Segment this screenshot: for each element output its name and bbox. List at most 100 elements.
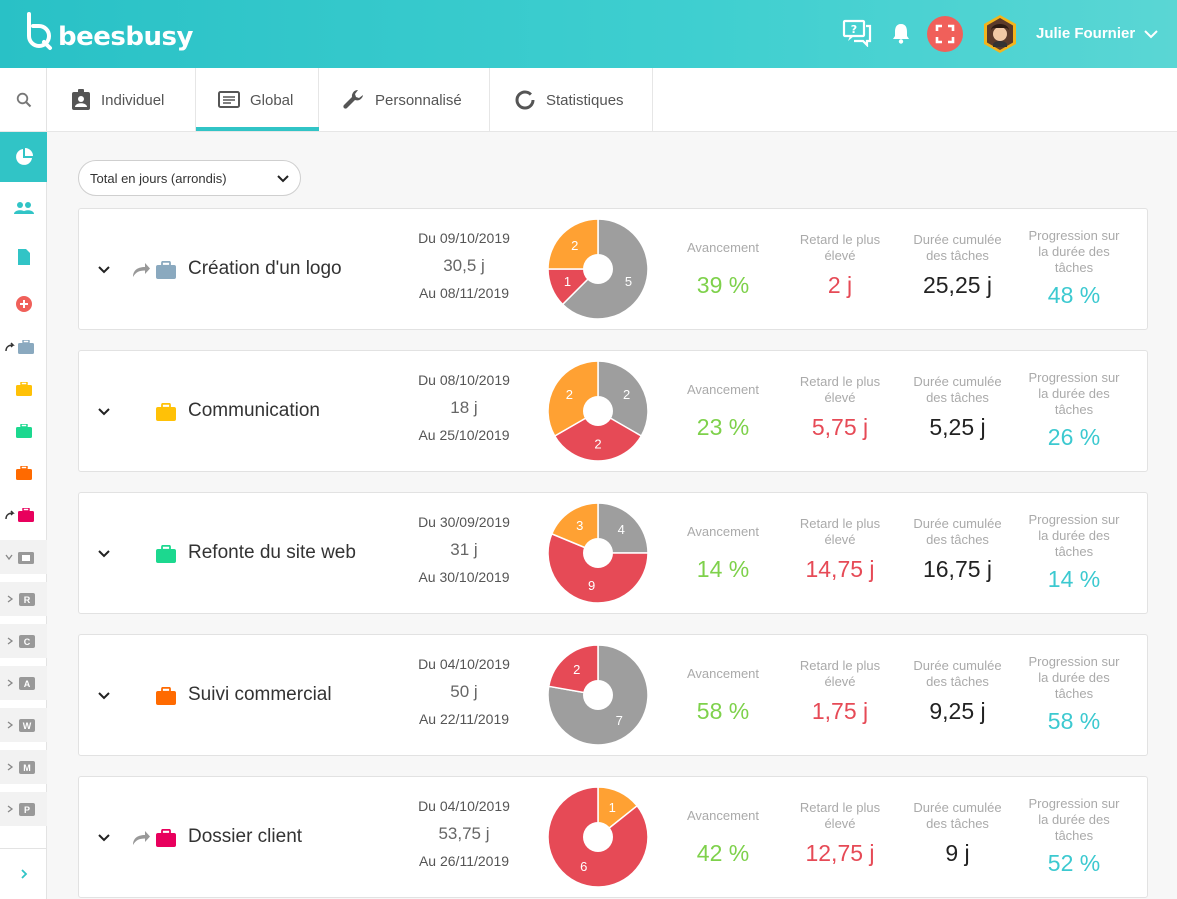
metric-avancement: Avancement 58 % xyxy=(673,635,773,755)
metric-label: Progression sur xyxy=(1028,228,1120,243)
project-card[interactable]: Refonte du site web Du 30/09/2019 31 j Au 3… xyxy=(78,492,1148,614)
metric-progression: Progression sur la durée des tâches 14 % xyxy=(1019,493,1129,613)
briefcase-icon xyxy=(18,340,34,354)
rail-search-button[interactable] xyxy=(0,68,47,132)
rail-subitem[interactable]: P xyxy=(0,792,47,826)
briefcase-icon xyxy=(156,687,176,705)
end-date: Au 08/11/2019 xyxy=(418,285,510,301)
rail-item-add[interactable] xyxy=(0,287,47,321)
share-arrow-icon xyxy=(5,342,15,352)
rail-item-project-1[interactable] xyxy=(0,330,47,364)
metric-label: tâches xyxy=(1054,686,1094,701)
fullscreen-icon xyxy=(935,24,955,44)
chevron-down-icon xyxy=(277,175,289,183)
metric-label: Durée cumulée xyxy=(913,232,1002,247)
chevron-down-icon[interactable] xyxy=(97,831,111,845)
tasks-donut-chart: 5 1 2 xyxy=(547,219,649,320)
metric-label: Progression sur xyxy=(1028,370,1120,385)
rail-item-project-3[interactable] xyxy=(0,414,47,448)
pie-chart-icon xyxy=(15,148,33,165)
chevron-down-icon[interactable] xyxy=(97,263,111,277)
rail-item-documents[interactable] xyxy=(0,240,47,274)
document-icon xyxy=(17,249,30,265)
end-date: Au 22/11/2019 xyxy=(418,711,510,727)
rail-item-project-4[interactable] xyxy=(0,456,47,490)
metric-value: 14,75 j xyxy=(805,556,875,582)
pie-slice-label: 1 xyxy=(564,274,571,289)
user-name[interactable]: Julie Fournier xyxy=(1036,25,1135,42)
rail-subitem[interactable]: M xyxy=(0,750,47,784)
briefcase-icon xyxy=(15,424,32,438)
project-dates: Du 30/09/2019 31 j Au 30/10/2019 xyxy=(379,513,549,586)
project-card[interactable]: Communication Du 08/10/2019 18 j Au 25/10/2… xyxy=(78,350,1148,472)
rail-item-project-5[interactable] xyxy=(0,498,47,532)
active-tab-indicator xyxy=(196,127,319,131)
project-dates: Du 08/10/2019 18 j Au 25/10/2019 xyxy=(379,371,549,444)
chevron-down-icon[interactable] xyxy=(97,405,111,419)
metric-label: tâches xyxy=(1054,544,1094,559)
metric-label: Progression sur xyxy=(1028,512,1120,527)
pie-slice-label: 2 xyxy=(594,437,601,452)
project-dates: Du 04/10/2019 50 j Au 22/11/2019 xyxy=(379,655,549,728)
metric-duree: Durée cumulée des tâches 25,25 j xyxy=(906,209,1009,329)
tab-label: Global xyxy=(250,91,294,109)
unit-select[interactable]: Total en jours (arrondis) xyxy=(78,160,301,196)
metric-value: 2 j xyxy=(827,272,853,298)
tasks-donut-chart: 2 2 2 xyxy=(547,361,649,462)
metric-label: Retard le plus xyxy=(799,516,881,531)
rail-item-dashboard[interactable] xyxy=(0,132,47,182)
metric-label: Retard le plus xyxy=(799,658,881,673)
project-name[interactable]: Dossier client xyxy=(188,826,302,848)
tab-global[interactable]: Global xyxy=(196,68,319,132)
metric-avancement: Avancement 14 % xyxy=(673,493,773,613)
chevron-right-icon xyxy=(7,679,14,687)
tab-statistiques[interactable]: Statistiques xyxy=(490,68,653,132)
project-card[interactable]: Création d'un logo Du 09/10/2019 30,5 j Au … xyxy=(78,208,1148,330)
project-duration: 50 j xyxy=(450,682,478,701)
rail-subitem[interactable]: R xyxy=(0,582,47,616)
project-name[interactable]: Création d'un logo xyxy=(188,258,342,280)
tab-personnalise[interactable]: Personnalisé xyxy=(319,68,490,132)
project-card[interactable]: Dossier client Du 04/10/2019 53,75 j Au 26/… xyxy=(78,776,1148,898)
rail-subitem[interactable]: W xyxy=(0,708,47,742)
project-dates: Du 09/10/2019 30,5 j Au 08/11/2019 xyxy=(379,229,549,302)
metric-label: tâches xyxy=(1054,828,1094,843)
chevron-down-icon[interactable] xyxy=(97,689,111,703)
briefcase-icon xyxy=(156,829,176,847)
project-name[interactable]: Refonte du site web xyxy=(188,542,356,564)
pie-slice-label: 3 xyxy=(576,518,583,533)
rail-item-project-2[interactable] xyxy=(0,372,47,406)
metric-value: 52 % xyxy=(1047,850,1101,876)
metric-value: 9 j xyxy=(945,840,970,866)
project-name[interactable]: Suivi commercial xyxy=(188,684,332,706)
fullscreen-button[interactable] xyxy=(927,16,963,52)
rail-subitem-badge: R xyxy=(19,593,35,606)
metric-retard: Retard le plus élevé 14,75 j xyxy=(789,493,891,613)
chevron-down-icon[interactable] xyxy=(1143,26,1159,42)
project-name[interactable]: Communication xyxy=(188,400,320,422)
project-card[interactable]: Suivi commercial Du 04/10/2019 50 j Au 22/1… xyxy=(78,634,1148,756)
logo[interactable]: beesbusy xyxy=(24,12,193,56)
rail-expand-button[interactable] xyxy=(0,848,47,899)
metric-value: 48 % xyxy=(1047,282,1101,308)
metric-label: Durée cumulée xyxy=(913,516,1002,531)
rail-item-users[interactable] xyxy=(0,191,47,225)
bell-icon[interactable] xyxy=(886,18,916,48)
end-date: Au 30/10/2019 xyxy=(418,569,510,585)
pie-slice-label: 2 xyxy=(623,387,630,402)
top-bar: beesbusy ? Julie Fournier xyxy=(0,0,1177,68)
chevron-down-icon[interactable] xyxy=(97,547,111,561)
metric-duree: Durée cumulée des tâches 9,25 j xyxy=(906,635,1009,755)
metric-label: Avancement xyxy=(686,666,760,681)
tasks-donut-chart: 4 9 3 xyxy=(547,503,649,604)
briefcase-icon xyxy=(156,261,176,279)
rail-subitem[interactable]: C xyxy=(0,624,47,658)
chat-question-icon[interactable]: ? xyxy=(842,18,872,48)
end-date: Au 26/11/2019 xyxy=(418,853,510,869)
tab-individuel[interactable]: Individuel xyxy=(47,68,196,132)
rail-subitem[interactable]: A xyxy=(0,666,47,700)
metric-label: élevé xyxy=(824,390,856,405)
avatar[interactable] xyxy=(982,14,1018,54)
rail-item-folder[interactable] xyxy=(0,540,47,574)
chevron-right-icon xyxy=(7,763,14,771)
